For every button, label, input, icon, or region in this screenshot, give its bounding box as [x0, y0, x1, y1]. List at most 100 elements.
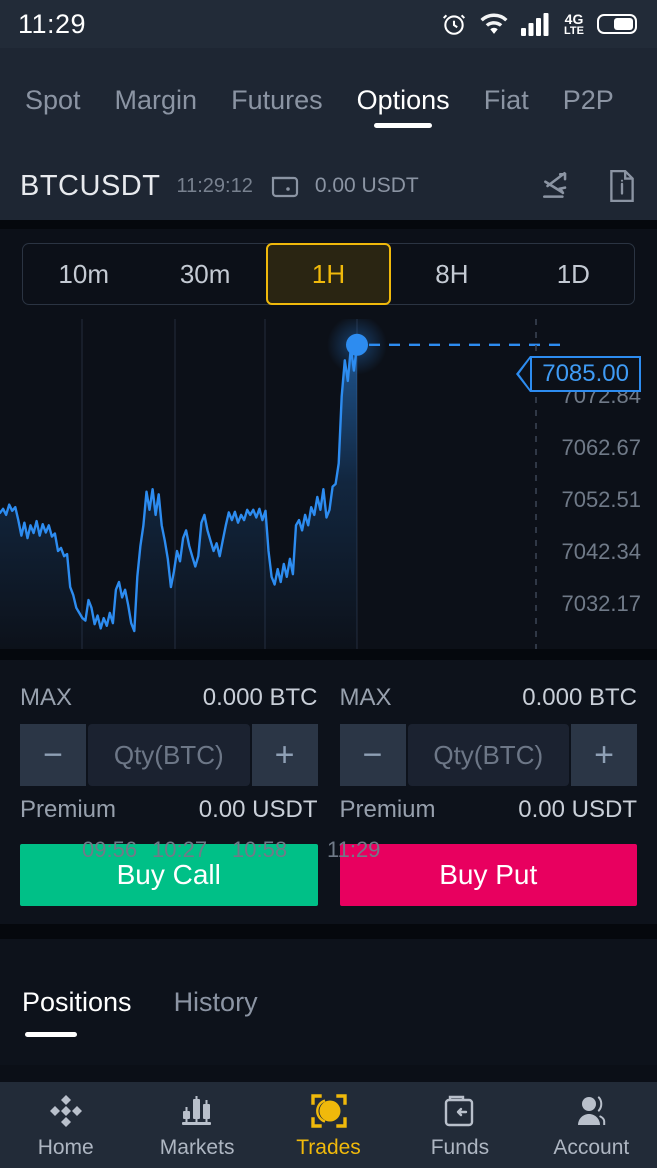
call-premium-row: Premium 0.00 USDT — [20, 786, 318, 834]
timeframe-30m[interactable]: 30m — [144, 244, 265, 304]
trades-circle-icon — [308, 1090, 350, 1132]
put-premium-value: 0.00 USDT — [518, 796, 637, 823]
nav-funds[interactable]: Funds — [394, 1090, 525, 1160]
call-decrement-button[interactable]: − — [20, 724, 86, 786]
put-max-row: MAX 0.000 BTC — [340, 674, 638, 722]
bottom-nav: Home Markets Trades Funds Account — [0, 1082, 657, 1168]
y-tick-1: 7062.67 — [561, 435, 641, 460]
signal-bars-icon — [521, 12, 551, 36]
y-tick-2: 7052.51 — [561, 487, 641, 512]
divider-band-chart-bottom — [0, 649, 657, 660]
x-tick-2: 10:58 — [232, 837, 288, 862]
wifi-icon — [480, 12, 508, 36]
person-icon — [571, 1090, 611, 1132]
timeframe-10m[interactable]: 10m — [23, 244, 144, 304]
nav-account[interactable]: Account — [526, 1090, 657, 1160]
tab-spot[interactable]: Spot — [8, 48, 98, 152]
symbol-timestamp: 11:29:12 — [176, 174, 253, 197]
timeframe-selector-wrap: 10m 30m 1H 8H 1D — [0, 229, 657, 305]
tab-fiat[interactable]: Fiat — [467, 48, 546, 152]
symbol-header: BTCUSDT 11:29:12 0.00 USDT — [0, 152, 657, 220]
nav-home-label: Home — [37, 1136, 94, 1159]
nav-trades[interactable]: Trades — [263, 1090, 394, 1160]
tab-options[interactable]: Options — [340, 48, 467, 152]
network-type-label: LTE — [564, 24, 584, 37]
price-tag-arrow — [516, 356, 531, 392]
chart-block: 10m 30m 1H 8H 1D 7072.84 7062.67 7052.51… — [0, 229, 657, 862]
put-max-value: 0.000 BTC — [522, 684, 637, 711]
call-max-value: 0.000 BTC — [202, 684, 318, 711]
timeframe-1d[interactable]: 1D — [513, 244, 634, 304]
put-premium-row: Premium 0.00 USDT — [340, 786, 638, 834]
tab-history[interactable]: History — [174, 939, 258, 1065]
tab-options-label: Options — [356, 84, 450, 115]
timeframe-8h[interactable]: 8H — [391, 244, 512, 304]
info-document-icon[interactable] — [607, 169, 637, 203]
wallet-icon — [271, 173, 303, 199]
y-tick-3: 7042.34 — [561, 539, 641, 564]
status-icon-group: 4G LTE — [441, 11, 639, 37]
tab-margin[interactable]: Margin — [98, 48, 215, 152]
x-tick-1: 10:27 — [152, 837, 208, 862]
positions-section: Positions History — [0, 939, 657, 1065]
tab-history-label: History — [173, 986, 258, 1017]
put-qty-input[interactable]: Qty(BTC) — [407, 724, 569, 786]
alarm-clock-icon — [441, 11, 467, 37]
call-max-label[interactable]: MAX — [20, 684, 72, 712]
binance-diamond-icon — [46, 1090, 86, 1132]
trade-columns: MAX 0.000 BTC − Qty(BTC) + Premium 0.00 … — [0, 674, 657, 906]
nav-trades-label: Trades — [296, 1136, 361, 1159]
y-tick-4: 7032.17 — [561, 591, 641, 616]
battery-icon — [597, 12, 639, 36]
nav-markets[interactable]: Markets — [131, 1090, 262, 1160]
call-quantity-stepper: − Qty(BTC) + — [20, 724, 318, 786]
chart-area-fill — [0, 344, 357, 649]
nav-markets-label: Markets — [159, 1136, 235, 1159]
x-tick-0: 09:56 — [82, 837, 138, 862]
call-increment-button[interactable]: + — [251, 724, 318, 786]
symbol-name[interactable]: BTCUSDT — [20, 170, 160, 203]
transfer-arrows-icon[interactable] — [539, 169, 573, 203]
status-time: 11:29 — [18, 8, 87, 39]
divider-band-top — [0, 220, 657, 229]
timeframe-1h[interactable]: 1H — [265, 243, 392, 305]
funds-wallet-icon — [441, 1090, 479, 1132]
tab-fiat-label: Fiat — [483, 84, 529, 115]
positions-tabs: Positions History — [22, 939, 635, 1065]
tab-futures[interactable]: Futures — [214, 48, 340, 152]
call-qty-input[interactable]: Qty(BTC) — [88, 724, 250, 786]
divider-band-positions — [0, 924, 657, 939]
put-quantity-stepper: − Qty(BTC) + — [339, 724, 637, 786]
price-tag-arrow-inner — [519, 359, 531, 389]
call-max-row: MAX 0.000 BTC — [20, 674, 318, 722]
timeframe-selector: 10m 30m 1H 8H 1D — [22, 243, 635, 305]
tab-p2p[interactable]: P2P — [546, 48, 631, 152]
tab-spot-label: Spot — [25, 84, 81, 115]
tab-margin-label: Margin — [114, 84, 198, 115]
wallet-balance: 0.00 USDT — [314, 174, 419, 197]
tab-futures-label: Futures — [231, 84, 323, 115]
call-column: MAX 0.000 BTC − Qty(BTC) + Premium 0.00 … — [0, 674, 329, 906]
call-premium-label: Premium — [20, 796, 117, 823]
current-price-value: 7085.00 — [530, 356, 641, 392]
status-bar: 11:29 4G LTE — [0, 0, 657, 48]
tab-positions-label: Positions — [22, 986, 132, 1017]
candlestick-icon — [177, 1090, 217, 1132]
current-price-tag: 7085.00 — [516, 356, 641, 392]
chart-x-axis-labels: 09:56 10:27 10:58 11:29 — [0, 837, 657, 867]
tab-p2p-label: P2P — [562, 84, 614, 115]
top-nav-tabs: Spot Margin Futures Options Fiat P2P — [0, 48, 657, 152]
chart-last-price-dot — [346, 333, 368, 356]
put-premium-label: Premium — [339, 796, 436, 823]
tab-positions[interactable]: Positions — [22, 939, 132, 1065]
network-generation-label: 4G — [564, 10, 584, 27]
nav-funds-label: Funds — [430, 1136, 490, 1159]
nav-home[interactable]: Home — [0, 1090, 131, 1160]
call-premium-value: 0.00 USDT — [198, 796, 318, 823]
put-max-label[interactable]: MAX — [340, 684, 392, 712]
lte-icon: 4G LTE — [564, 12, 584, 37]
x-tick-3: 11:29 — [327, 837, 381, 862]
put-decrement-button[interactable]: − — [339, 724, 406, 786]
put-increment-button[interactable]: + — [571, 724, 637, 786]
put-column: MAX 0.000 BTC − Qty(BTC) + Premium 0.00 … — [329, 674, 657, 906]
